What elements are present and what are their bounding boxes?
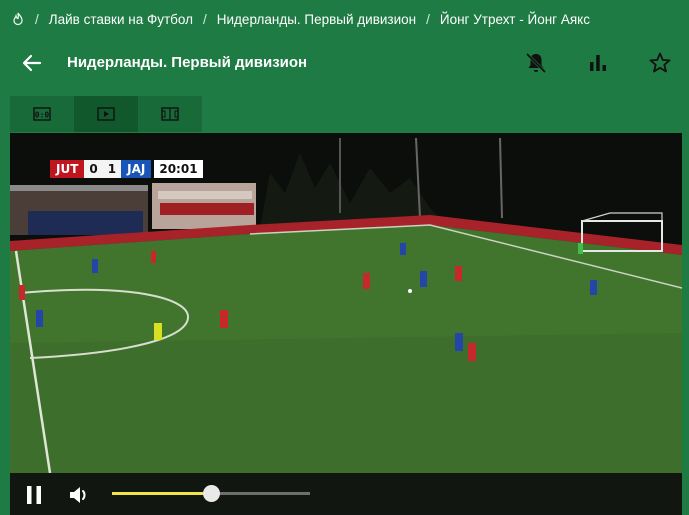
away-score: 1 bbox=[102, 160, 122, 178]
match-video-frame bbox=[10, 133, 682, 474]
field-board-icon bbox=[161, 107, 179, 121]
svg-text:0:0: 0:0 bbox=[35, 111, 50, 120]
tab-field-view[interactable] bbox=[138, 96, 202, 132]
volume-slider-thumb[interactable] bbox=[203, 485, 220, 502]
video-player[interactable]: JUT 0 1 JAJ 20:01 bbox=[10, 133, 682, 515]
star-favorite-icon[interactable] bbox=[648, 51, 672, 75]
home-team-code: JUT bbox=[50, 160, 85, 178]
home-score: 0 bbox=[84, 160, 103, 178]
bell-off-icon[interactable] bbox=[524, 51, 548, 75]
breadcrumb-separator: / bbox=[426, 11, 430, 27]
fire-icon[interactable] bbox=[11, 12, 25, 26]
breadcrumb-separator: / bbox=[203, 11, 207, 27]
breadcrumb-league[interactable]: Нидерланды. Первый дивизион bbox=[217, 12, 416, 27]
tab-scoreboard[interactable]: 0:0 bbox=[10, 96, 74, 132]
breadcrumb: / Лайв ставки на Футбол / Нидерланды. Пе… bbox=[0, 0, 689, 38]
score-overlay: JUT 0 1 JAJ 20:01 bbox=[50, 160, 203, 178]
player-controls bbox=[10, 473, 682, 515]
match-clock: 20:01 bbox=[154, 160, 203, 178]
match-header: Нидерланды. Первый дивизион bbox=[0, 38, 689, 88]
back-arrow-icon[interactable] bbox=[20, 51, 44, 75]
away-team-code: JAJ bbox=[121, 160, 152, 178]
video-play-icon bbox=[97, 107, 115, 121]
page-title: Нидерланды. Первый дивизион bbox=[67, 54, 308, 71]
scoreboard-icon: 0:0 bbox=[33, 107, 51, 121]
view-tabs: 0:0 bbox=[10, 96, 202, 132]
breadcrumb-match[interactable]: Йонг Утрехт - Йонг Аякс bbox=[440, 12, 590, 27]
tab-video[interactable] bbox=[74, 96, 138, 132]
volume-slider-fill bbox=[112, 492, 211, 495]
pause-icon[interactable] bbox=[22, 483, 46, 507]
stats-bars-icon[interactable] bbox=[586, 51, 610, 75]
breadcrumb-live-football[interactable]: Лайв ставки на Футбол bbox=[49, 12, 193, 27]
breadcrumb-separator: / bbox=[35, 11, 39, 27]
volume-icon[interactable] bbox=[67, 483, 91, 507]
